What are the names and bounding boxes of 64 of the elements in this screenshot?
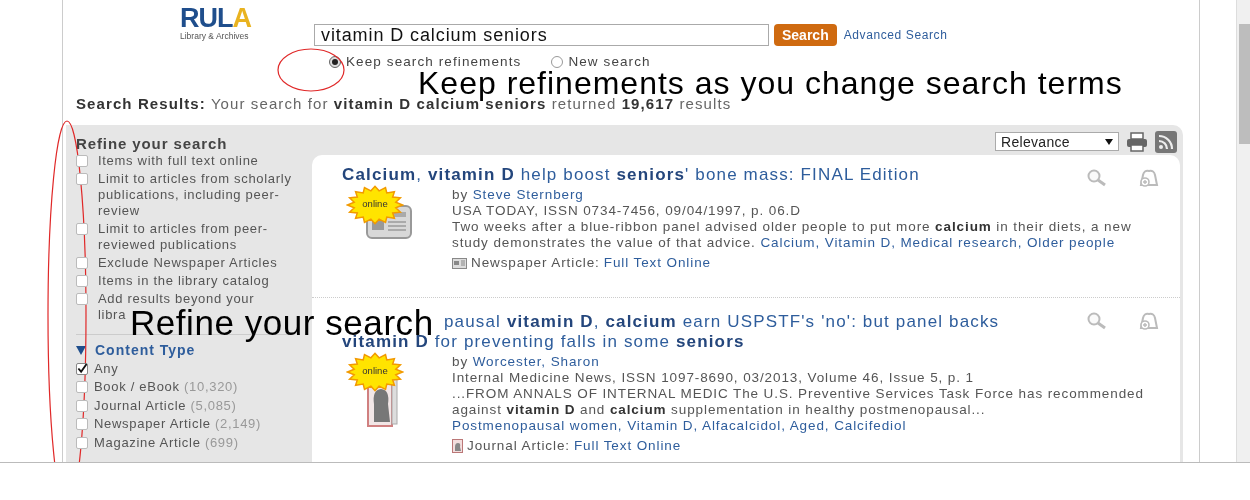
checkbox[interactable] bbox=[76, 418, 88, 430]
print-icon[interactable] bbox=[1126, 131, 1148, 152]
checkbox[interactable] bbox=[76, 257, 88, 269]
facet-heading[interactable]: Content Type bbox=[76, 342, 296, 358]
online-badge: online bbox=[346, 352, 404, 392]
result-title-link[interactable]: pausal vitamin D, calcium earn USPSTF's 'no': but panel backs bbox=[444, 312, 1000, 332]
author-link[interactable]: Worcester, Sharon bbox=[472, 354, 600, 369]
full-text-link[interactable]: Full Text Online bbox=[573, 438, 682, 454]
rss-icon[interactable] bbox=[1155, 130, 1177, 153]
online-badge: online bbox=[346, 185, 404, 225]
radio-label[interactable]: Keep search refinements bbox=[346, 54, 522, 69]
source-text: USA TODAY, ISSN 0734-7456, 09/04/1997, p. 06.D bbox=[452, 203, 802, 219]
filter-label[interactable]: Exclude Newspaper Articles bbox=[98, 255, 278, 271]
filter-label[interactable]: Limit to articles from peer-reviewed publications bbox=[98, 221, 296, 253]
subject-links[interactable]: Calcium, Vitamin D, Medical research, Older people bbox=[760, 235, 1116, 250]
scrollbar[interactable] bbox=[1236, 0, 1250, 462]
search-icon[interactable] bbox=[1086, 169, 1108, 187]
checkbox[interactable] bbox=[76, 293, 88, 305]
checkbox[interactable] bbox=[76, 381, 88, 393]
radio-button[interactable] bbox=[551, 55, 564, 68]
library-logo[interactable]: RULA Library & Archives bbox=[180, 6, 314, 46]
checkbox[interactable] bbox=[76, 362, 88, 375]
checkbox[interactable] bbox=[76, 275, 88, 287]
snippet-text: Two weeks after a blue-ribbon panel advised older people to put more calcium in their diets, a new study demonstrates the value of that advice. Calcium, Vitamin D, Medical research, Older people bbox=[452, 219, 1133, 251]
source-text: Internal Medicine News, ISSN 1097-8690, 03/2013, Volume 46, Issue 5, p. 1 bbox=[452, 370, 975, 386]
filter-label[interactable]: Add results beyond your bbox=[98, 291, 255, 307]
callout-ellipse bbox=[277, 48, 345, 92]
triangle-icon bbox=[76, 345, 86, 355]
search-field[interactable]: vitamin D calcium seniors bbox=[314, 24, 769, 46]
facet-option[interactable]: Journal Article (5,085) bbox=[94, 397, 237, 414]
author-line: by Steve Sternberg bbox=[452, 187, 585, 203]
annotation-text: Keep refinements as you change search terms bbox=[418, 67, 1123, 99]
filter-label[interactable]: libra bbox=[98, 307, 127, 323]
author-link[interactable]: Steve Sternberg bbox=[472, 187, 584, 202]
sidebar-title: Refine your search bbox=[76, 136, 229, 151]
facet-option[interactable]: Magazine Article (699) bbox=[94, 434, 239, 451]
search-button[interactable]: Search bbox=[774, 24, 837, 46]
subject-links[interactable]: Postmenopausal women, Vitamin D, Alfacalcidol, Aged, Calcifediol bbox=[452, 418, 907, 433]
advanced-search-link[interactable]: Advanced Search bbox=[843, 28, 948, 42]
checkbox[interactable] bbox=[76, 436, 88, 449]
full-text-link[interactable]: Full Text Online bbox=[603, 255, 711, 271]
filter-label[interactable]: Items with full text online bbox=[98, 153, 259, 169]
facet-option[interactable]: Book / eBook (10,320) bbox=[94, 379, 239, 395]
format-label: Newspaper Article: bbox=[471, 255, 600, 271]
sort-dropdown[interactable]: Relevance bbox=[995, 132, 1119, 151]
facet-option[interactable]: Newspaper Article (2,149) bbox=[94, 416, 262, 432]
facet-option[interactable]: Any bbox=[94, 360, 119, 377]
filter-label[interactable]: Items in the library catalog bbox=[98, 273, 270, 289]
dropdown-arrow-icon bbox=[1105, 138, 1113, 145]
search-icon[interactable] bbox=[1086, 312, 1108, 330]
result-title-link[interactable]: Calcium, vitamin D help boost seniors' bone mass: FINAL Edition bbox=[342, 165, 920, 185]
newspaper-icon bbox=[452, 257, 467, 269]
radio-button[interactable] bbox=[329, 55, 341, 68]
checkbox[interactable] bbox=[76, 223, 88, 235]
author-line: by Worcester, Sharon bbox=[452, 354, 601, 370]
checkbox[interactable] bbox=[76, 155, 88, 167]
filter-label[interactable]: Limit to articles from scholarly publications, including peer-review bbox=[98, 171, 296, 219]
checkbox[interactable] bbox=[76, 173, 88, 185]
format-label: Journal Article: bbox=[467, 438, 570, 454]
scrollbar-thumb[interactable] bbox=[1239, 24, 1250, 144]
journal-icon bbox=[452, 439, 463, 453]
checkbox[interactable] bbox=[76, 399, 88, 412]
snippet-text: ...FROM ANNALS OF INTERNAL MEDIC The U.S. Preventive Services Task Force has recommended against vitamin D and calcium supplementation in healthy postmenopausal... Postmenopausal women, Vitamin D, Alfacalcidol, Aged, Calcifediol bbox=[452, 386, 1145, 434]
radio-label[interactable]: New search bbox=[568, 54, 651, 69]
